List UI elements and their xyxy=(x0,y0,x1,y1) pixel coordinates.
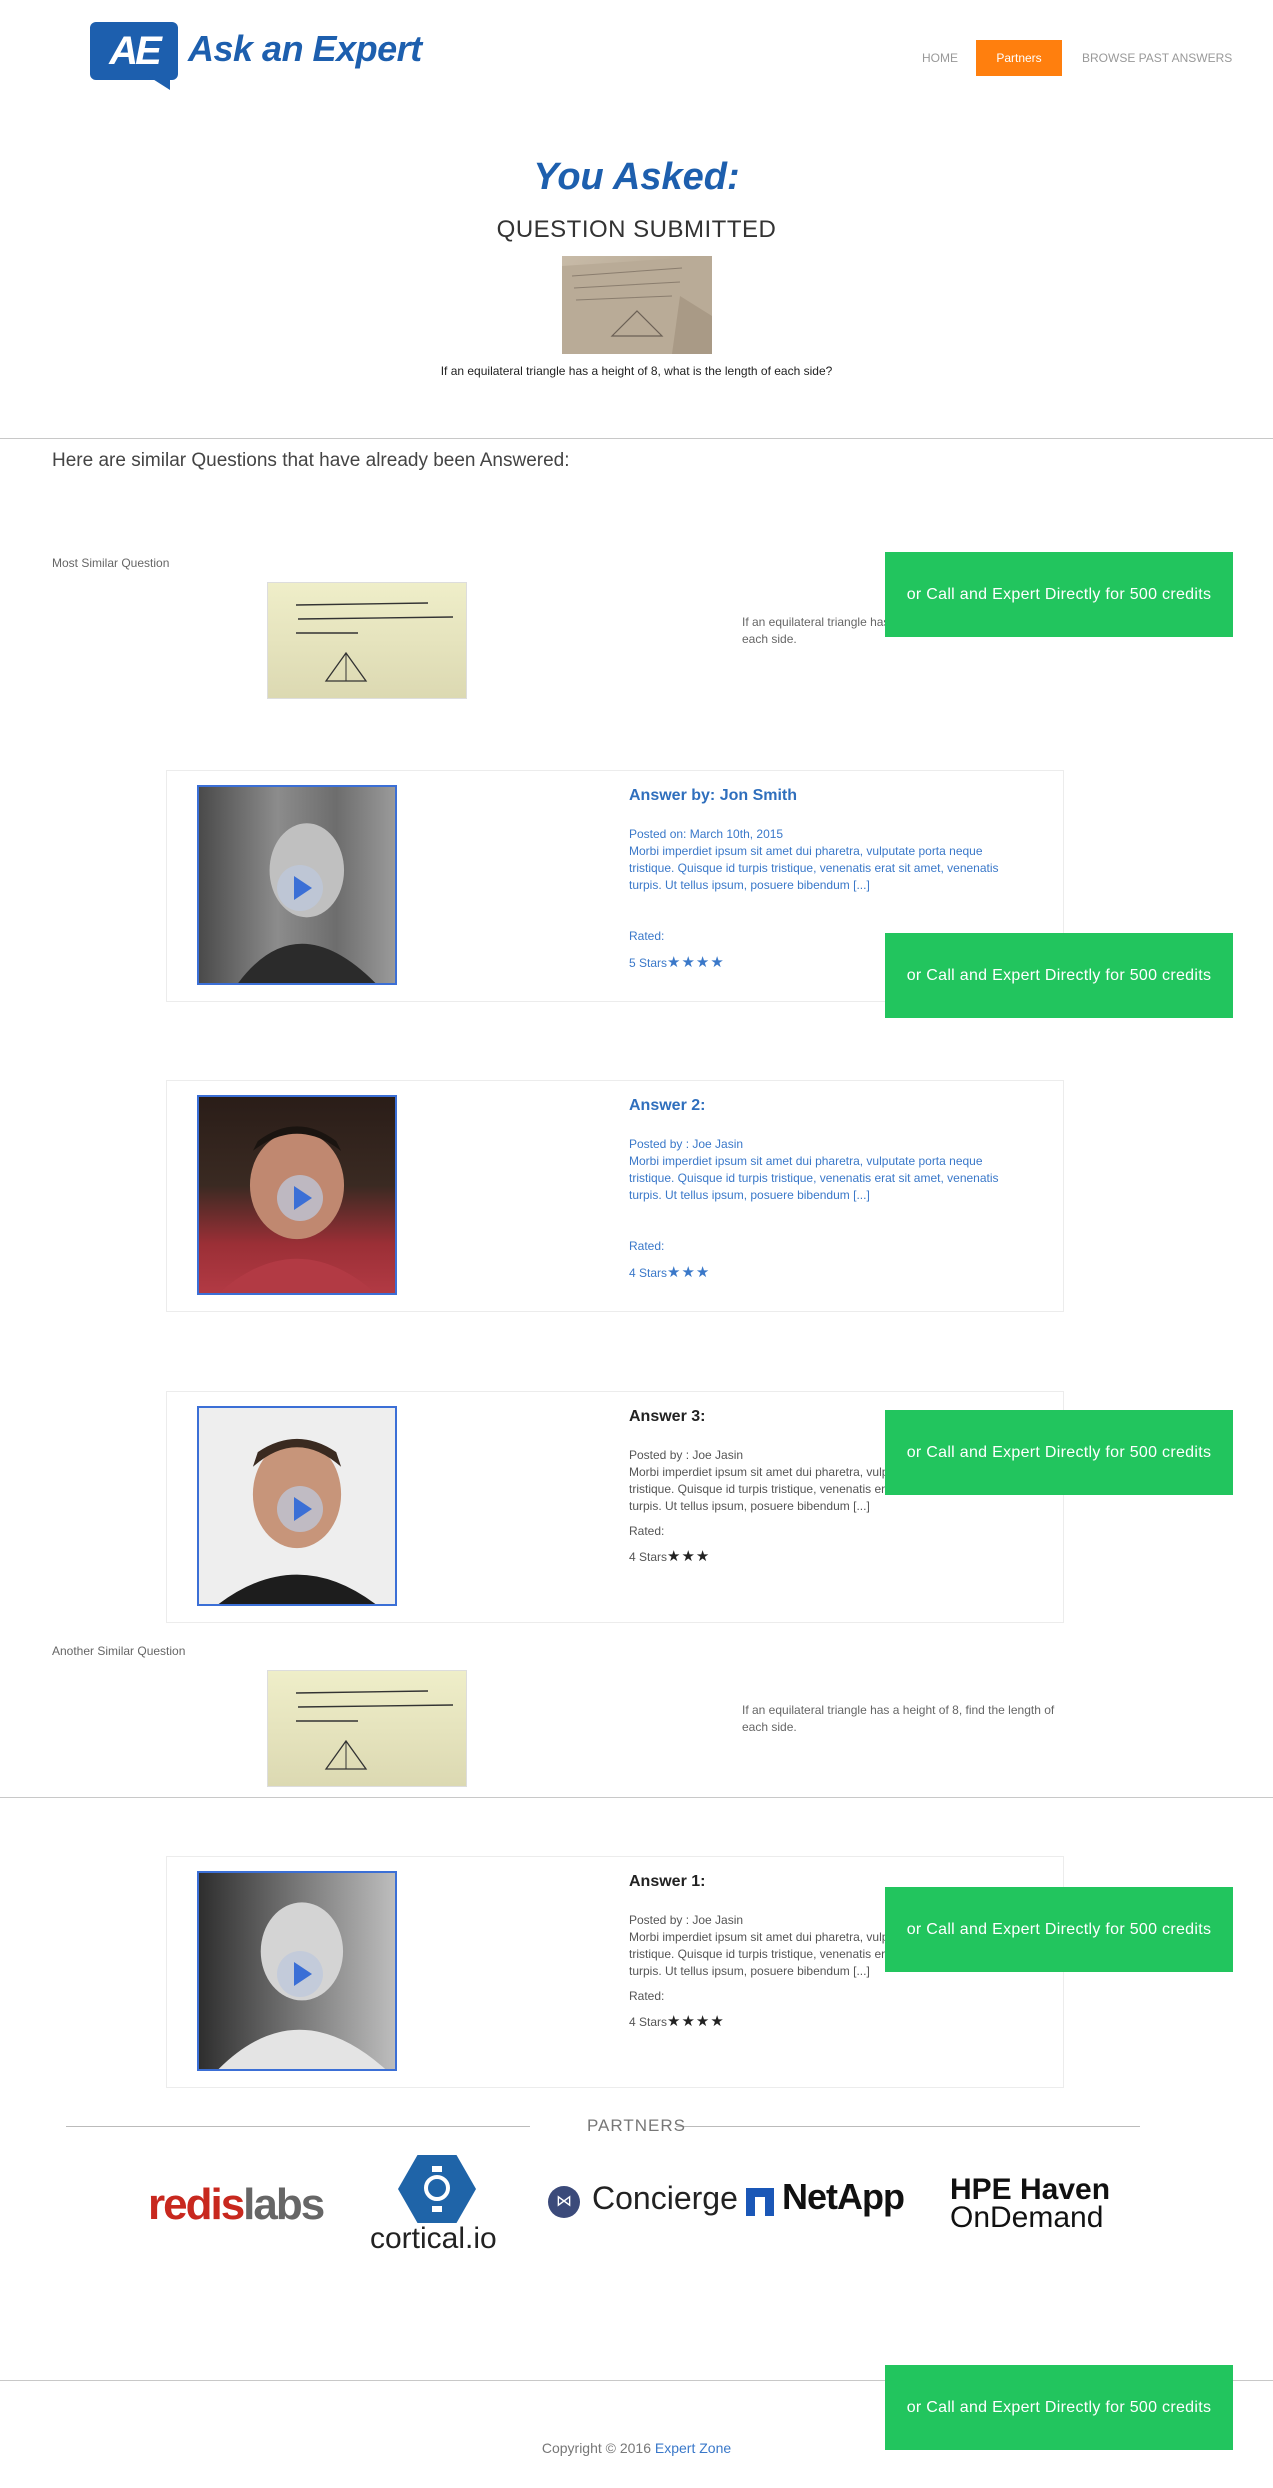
answer-video-thumbnail[interactable] xyxy=(197,1406,397,1606)
submitted-question-photo xyxy=(562,256,712,354)
another-similar-question-photo[interactable] xyxy=(267,1670,467,1787)
similar-questions-heading: Here are similar Questions that have alr… xyxy=(52,450,570,471)
answer-rating: 4 Stars★★★★ xyxy=(629,2012,725,2030)
answer-video-thumbnail[interactable] xyxy=(197,785,397,985)
cortical-io-mark xyxy=(424,2166,450,2212)
answer-rated-label: Rated: xyxy=(629,929,665,943)
hpe-haven-line1: HPE Haven xyxy=(950,2173,1111,2206)
nav-browse-past-answers[interactable]: BROWSE PAST ANSWERS xyxy=(1082,40,1232,76)
answer-meta: Posted by : Joe Jasin Morbi imperdiet ip… xyxy=(629,1136,1019,1204)
another-similar-label: Another Similar Question xyxy=(52,1644,186,1658)
rating-text: 4 Stars xyxy=(629,1550,668,1564)
call-expert-button[interactable]: or Call and Expert Directly for 500 cred… xyxy=(885,552,1233,637)
answer-rated-label: Rated: xyxy=(629,1524,665,1538)
question-submitted-status: QUESTION SUBMITTED xyxy=(496,216,777,243)
answer-body: Morbi imperdiet ipsum sit amet dui phare… xyxy=(629,1154,999,1202)
play-icon[interactable] xyxy=(277,1951,323,1997)
answer-posted: Posted by : Joe Jasin xyxy=(629,1137,744,1151)
answer-title[interactable]: Answer by: Jon Smith xyxy=(629,787,797,805)
divider xyxy=(0,438,1273,439)
play-icon[interactable] xyxy=(277,1175,323,1221)
play-icon[interactable] xyxy=(277,1486,323,1532)
answer-rated-label: Rated: xyxy=(629,1239,665,1253)
answer-title[interactable]: Answer 3: xyxy=(629,1408,705,1426)
rating-text: 4 Stars xyxy=(629,2015,668,2029)
copyright-text: Copyright © 2016 xyxy=(541,2440,655,2456)
logo-text[interactable]: Ask an Expert xyxy=(188,28,422,70)
answer-video-thumbnail[interactable] xyxy=(197,1871,397,2071)
answer-posted: Posted on: March 10th, 2015 xyxy=(629,827,784,841)
call-expert-button[interactable]: or Call and Expert Directly for 500 cred… xyxy=(885,933,1233,1018)
answer-title[interactable]: Answer 2: xyxy=(629,1097,705,1115)
star-icons: ★★★ xyxy=(667,1264,711,1281)
answer-card: Answer 2: Posted by : Joe Jasin Morbi im… xyxy=(166,1080,1064,1312)
answer-body: Morbi imperdiet ipsum sit amet dui phare… xyxy=(629,844,999,892)
concierge-icon: ⋈ xyxy=(548,2186,580,2218)
answer-rated-label: Rated: xyxy=(629,1989,665,2003)
partners-heading: PARTNERS xyxy=(586,2116,686,2135)
answer-video-thumbnail[interactable] xyxy=(197,1095,397,1295)
hpe-haven-logo[interactable]: HPE Haven OnDemand xyxy=(950,2173,1111,2234)
another-similar-question-text: If an equilateral triangle has a height … xyxy=(742,1703,1055,1734)
logo-tail xyxy=(148,76,170,90)
rating-text: 4 Stars xyxy=(629,1266,668,1280)
call-expert-button[interactable]: or Call and Expert Directly for 500 cred… xyxy=(885,1410,1233,1495)
answer-rating: 4 Stars★★★ xyxy=(629,1263,710,1281)
star-icons: ★★★★ xyxy=(667,954,725,971)
hpe-haven-line2: OnDemand xyxy=(950,2201,1104,2234)
answer-meta: Posted on: March 10th, 2015 Morbi imperd… xyxy=(629,826,1019,894)
call-expert-button[interactable]: or Call and Expert Directly for 500 cred… xyxy=(885,1887,1233,1972)
you-asked-heading: You Asked: xyxy=(533,156,740,198)
nav-home[interactable]: HOME xyxy=(922,40,958,76)
call-expert-button[interactable]: or Call and Expert Directly for 500 cred… xyxy=(885,2365,1233,2450)
divider xyxy=(0,1797,1273,1798)
rating-text: 5 Stars xyxy=(629,956,668,970)
play-icon[interactable] xyxy=(277,865,323,911)
most-similar-label: Most Similar Question xyxy=(52,556,170,570)
star-icons: ★★★ xyxy=(667,1548,711,1565)
expert-zone-link[interactable]: Expert Zone xyxy=(655,2440,731,2456)
cortical-io-logo-text[interactable]: cortical.io xyxy=(370,2222,497,2256)
submitted-question-text: If an equilateral triangle has a height … xyxy=(440,364,833,378)
answer-rating: 4 Stars★★★ xyxy=(629,1547,710,1565)
netapp-icon xyxy=(746,2188,774,2216)
nav-partners[interactable]: Partners xyxy=(976,40,1062,76)
answer-title[interactable]: Answer 1: xyxy=(629,1873,705,1891)
star-icons: ★★★★ xyxy=(667,2013,725,2030)
netapp-logo-text[interactable]: NetApp xyxy=(782,2176,905,2218)
concierge-logo-text[interactable]: Concierge xyxy=(592,2180,738,2217)
redislabs-logo[interactable]: redislabs xyxy=(148,2180,325,2230)
answer-rating: 5 Stars★★★★ xyxy=(629,953,725,971)
logo-badge[interactable]: AE xyxy=(90,22,178,80)
most-similar-question-photo[interactable] xyxy=(267,582,467,699)
